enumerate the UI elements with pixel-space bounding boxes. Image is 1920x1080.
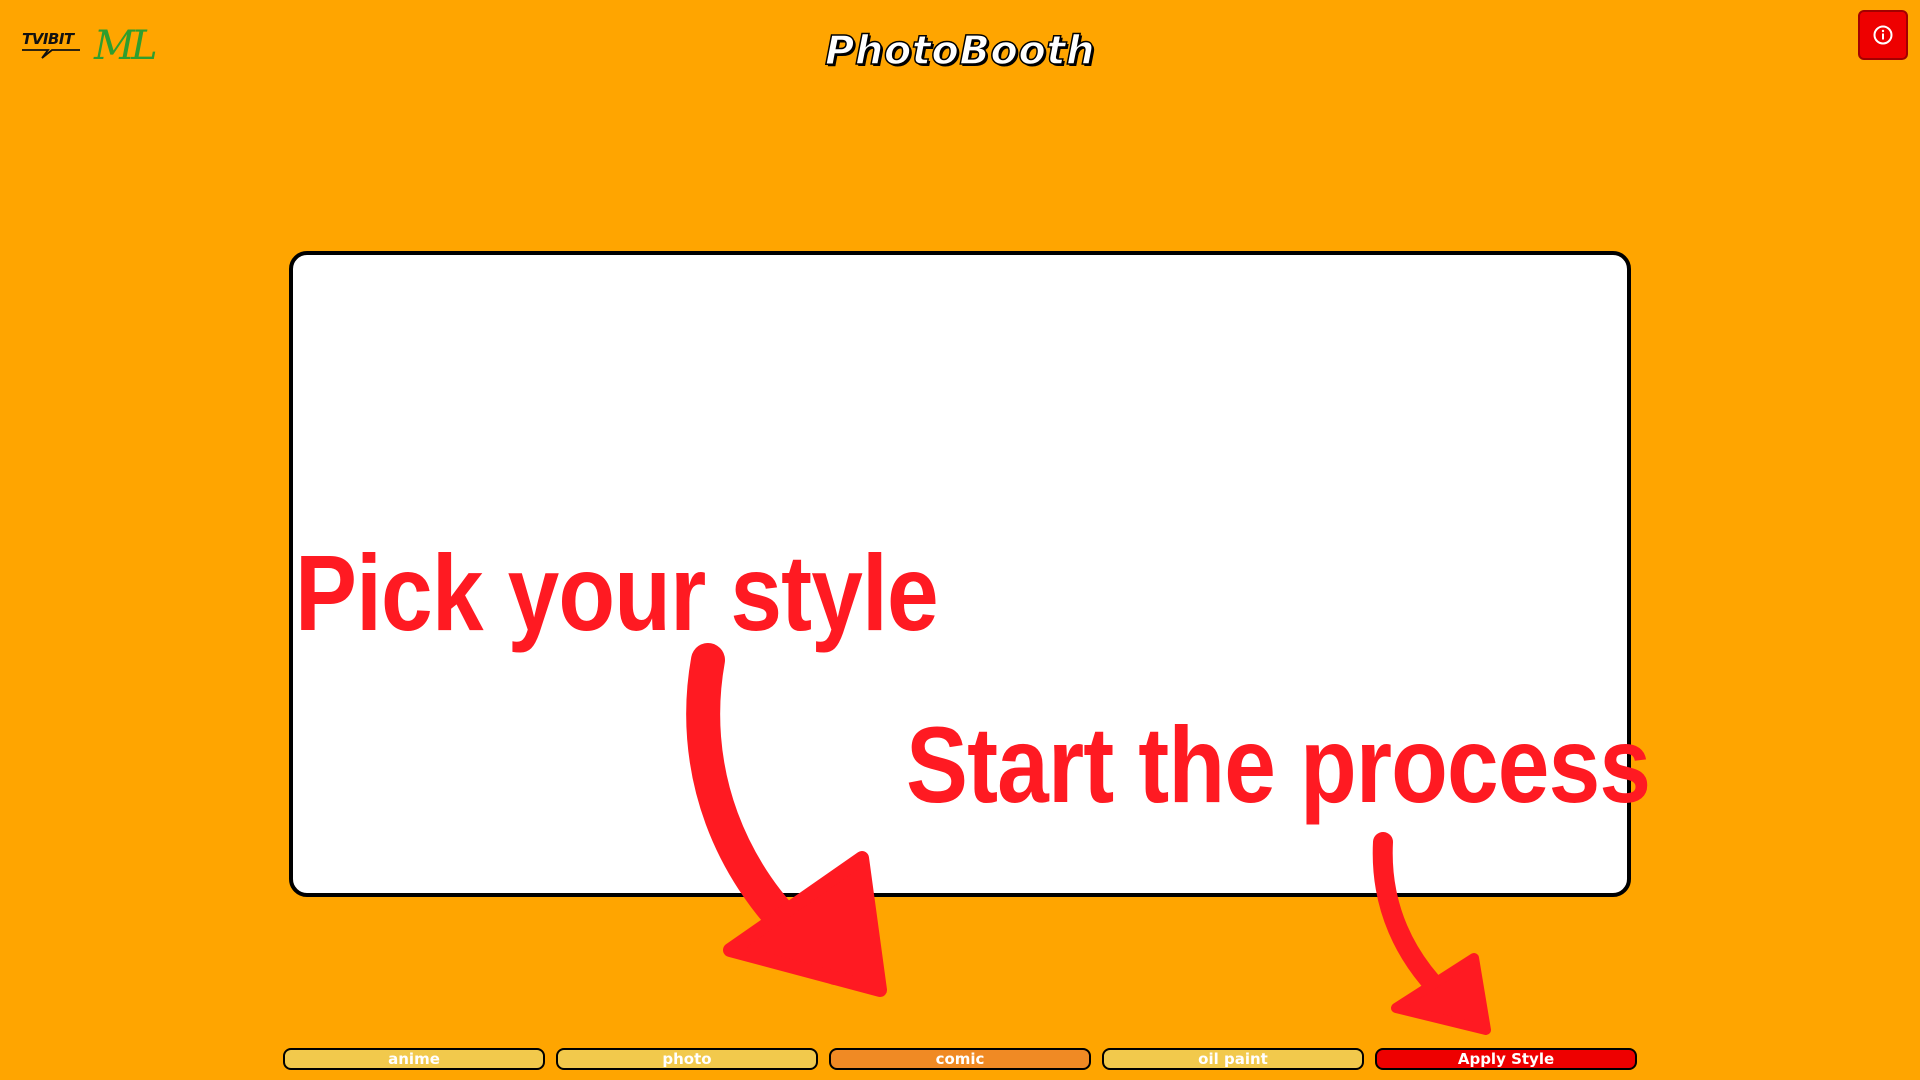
style-button-comic[interactable]: comic (829, 1048, 1091, 1070)
info-icon (1873, 25, 1893, 45)
app-title: PhotoBooth (824, 27, 1095, 75)
style-button-oil-paint[interactable]: oil paint (1102, 1048, 1364, 1070)
apply-style-button[interactable]: Apply Style (1375, 1048, 1637, 1070)
photobooth-page: TVIBIT ML PhotoBooth Pick your style Sta… (0, 0, 1920, 1080)
style-button-anime[interactable]: anime (283, 1048, 545, 1070)
start-process-hint: Start the process (906, 704, 1651, 825)
style-button-photo[interactable]: photo (556, 1048, 818, 1070)
info-button[interactable] (1858, 10, 1908, 60)
style-button-bar: anime photo comic oil paint Apply Style (283, 1048, 1637, 1070)
pick-style-hint: Pick your style (295, 532, 939, 653)
